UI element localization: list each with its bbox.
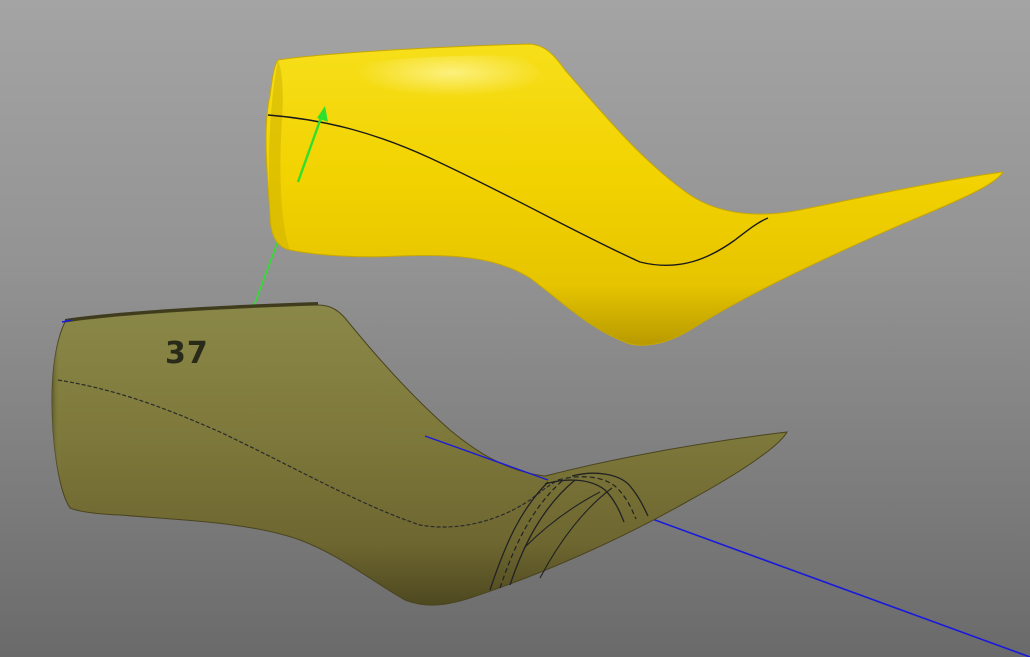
scanned-last-highlight: [300, 55, 575, 125]
wooden-last-model[interactable]: 37: [51, 302, 788, 606]
scene-canvas[interactable]: 37: [0, 0, 1030, 657]
y-axis-connector-line: [251, 232, 282, 312]
3d-viewport[interactable]: 37: [0, 0, 1030, 657]
scanned-last-model[interactable]: [265, 43, 1004, 346]
wooden-last-size-mark: 37: [165, 336, 209, 371]
wooden-last-surface: [51, 304, 788, 606]
